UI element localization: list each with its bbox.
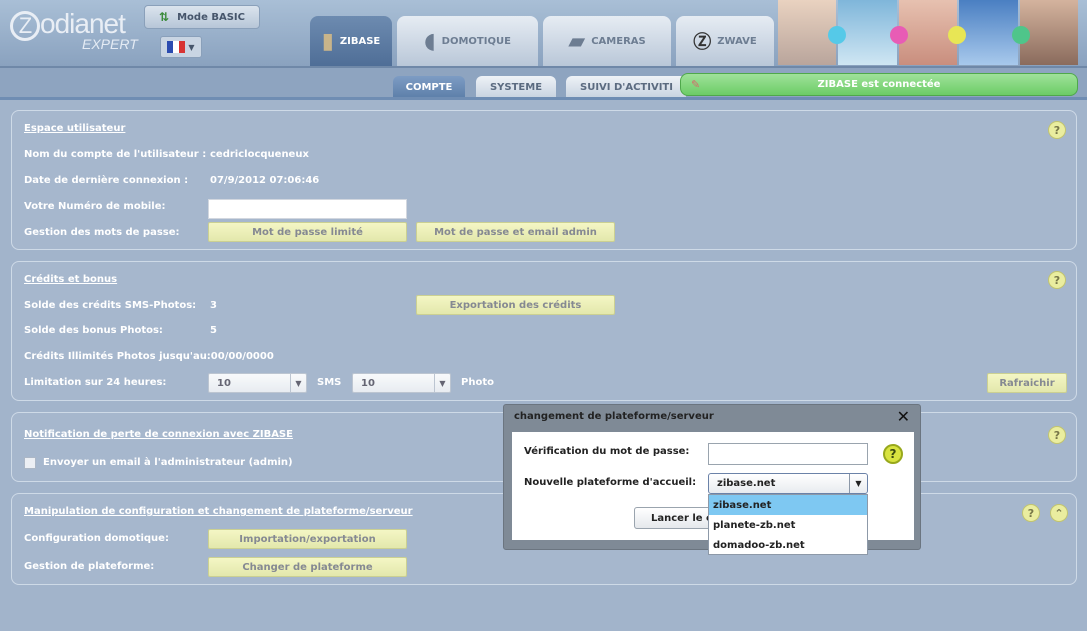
platform-option[interactable]: domadoo-zb.net	[709, 535, 867, 555]
zwave-icon: Ⓩ	[693, 32, 712, 53]
banner-dot	[1012, 26, 1030, 44]
switch-arrows-icon: ⇅	[159, 10, 170, 24]
tab-zwave[interactable]: Ⓩ ZWAVE	[676, 16, 774, 66]
dialog-title: changement de plateforme/serveur	[514, 411, 714, 422]
close-icon[interactable]: ✕	[897, 407, 910, 426]
platform-option[interactable]: planete-zb.net	[709, 515, 867, 535]
pencil-icon: ✎	[691, 78, 701, 91]
tab-zibase[interactable]: ▮ ZIBASE	[310, 16, 392, 66]
tab-compte[interactable]: COMPTE	[393, 76, 465, 98]
platform-select[interactable]: zibase.net ▼	[708, 473, 868, 494]
tab-systeme[interactable]: SYSTEME	[476, 76, 556, 98]
zibase-device-icon: ▮	[321, 28, 334, 54]
new-platform-label: Nouvelle plateforme d'accueil:	[524, 477, 697, 488]
banner-dot	[828, 26, 846, 44]
platform-options-list: zibase.net planete-zb.net domadoo-zb.net	[708, 494, 868, 555]
banner-photo	[959, 0, 1018, 65]
camera-icon: ▰	[568, 28, 586, 54]
banner-dot	[948, 26, 966, 44]
app-header: Zodianet EXPERT ⇅ Mode BASIC ▼ ▮ ZIBASE …	[0, 0, 1087, 68]
zodianet-logo: Zodianet EXPERT	[10, 8, 140, 56]
tab-domotique[interactable]: ◖ DOMOTIQUE	[397, 16, 538, 66]
plug-icon: ◖	[424, 28, 436, 54]
language-select[interactable]: ▼	[160, 36, 202, 58]
french-flag-icon	[167, 41, 186, 53]
tab-cameras[interactable]: ▰ CAMERAS	[543, 16, 671, 66]
chevron-down-icon: ▼	[849, 474, 867, 493]
platform-option[interactable]: zibase.net	[709, 495, 867, 515]
tab-suivi-activite[interactable]: SUIVI D'ACTIVITI	[566, 76, 686, 98]
banner-photo	[838, 0, 897, 65]
header-photo-banner	[778, 0, 1079, 65]
password-check-input[interactable]	[708, 443, 868, 465]
banner-dot	[890, 26, 908, 44]
password-check-label: Vérification du mot de passe:	[524, 446, 690, 457]
modal-backdrop	[0, 100, 1087, 631]
connection-status-banner: ✎ ZIBASE est connectée	[680, 73, 1078, 96]
mode-basic-button[interactable]: ⇅ Mode BASIC	[144, 5, 260, 29]
chevron-down-icon: ▼	[188, 42, 195, 52]
help-icon[interactable]: ?	[883, 444, 903, 464]
